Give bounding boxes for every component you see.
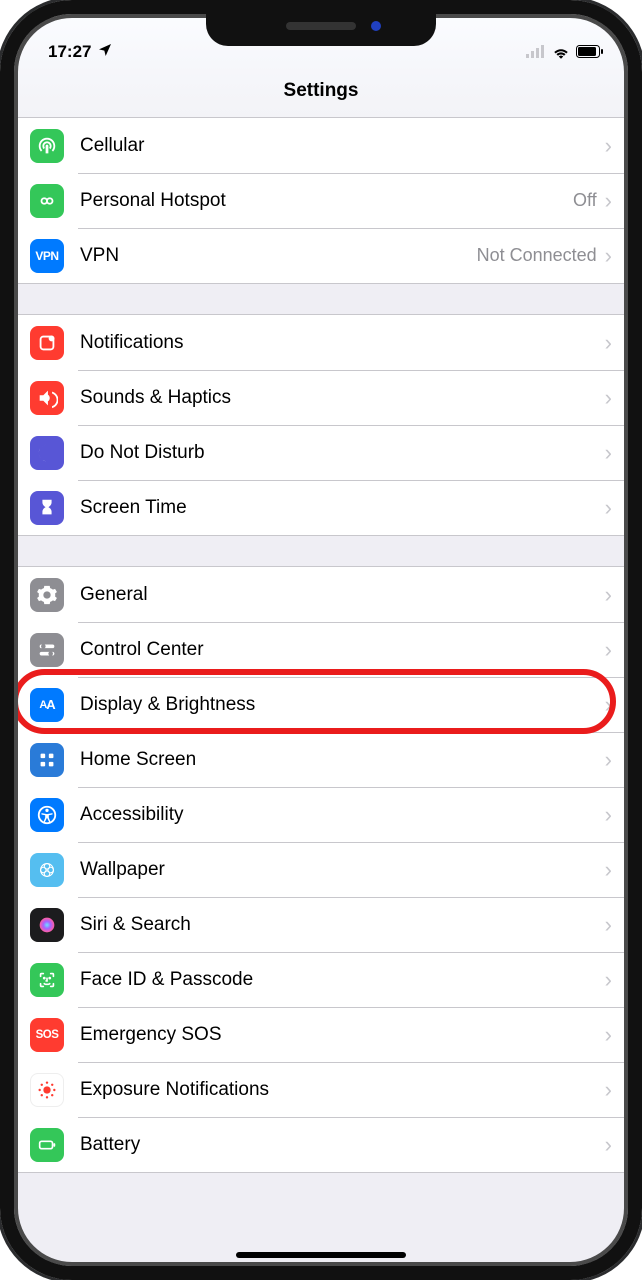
hotspot-icon (30, 184, 64, 218)
settings-row-exposure[interactable]: Exposure Notifications › (14, 1062, 628, 1117)
faceid-icon (30, 963, 64, 997)
cellular-signal-icon (526, 45, 546, 59)
row-detail: Off (573, 190, 597, 211)
status-right (526, 40, 604, 64)
settings-row-vpn[interactable]: VPN VPN Not Connected › (14, 228, 628, 283)
settings-row-cellular[interactable]: Cellular › (14, 118, 628, 173)
row-label: Sounds & Haptics (80, 387, 605, 409)
settings-row-notifications[interactable]: Notifications › (14, 315, 628, 370)
settings-group-1: Cellular › Personal Hotspot Off › VPN VP… (14, 118, 628, 284)
general-icon (30, 578, 64, 612)
row-label: Personal Hotspot (80, 190, 573, 212)
exposure-icon (30, 1073, 64, 1107)
page-title: Settings (284, 80, 359, 102)
settings-row-battery[interactable]: Battery › (14, 1117, 628, 1172)
row-label: Control Center (80, 639, 605, 661)
settings-row-sos[interactable]: SOS Emergency SOS › (14, 1007, 628, 1062)
settings-row-screentime[interactable]: Screen Time › (14, 480, 628, 535)
row-label: Accessibility (80, 804, 605, 826)
cellular-icon (30, 129, 64, 163)
screentime-icon (30, 491, 64, 525)
row-label: Display & Brightness (80, 694, 605, 716)
row-detail: Not Connected (477, 245, 597, 266)
controlcenter-icon (30, 633, 64, 667)
row-label: Emergency SOS (80, 1024, 605, 1046)
row-label: Notifications (80, 332, 605, 354)
settings-row-display[interactable]: AA Display & Brightness › (14, 677, 628, 732)
battery-row-icon (30, 1128, 64, 1162)
nav-title-bar: Settings (14, 64, 628, 118)
settings-row-accessibility[interactable]: Accessibility › (14, 787, 628, 842)
row-label: Cellular (80, 135, 597, 157)
settings-row-siri[interactable]: Siri & Search › (14, 897, 628, 952)
row-label: Exposure Notifications (80, 1079, 605, 1101)
settings-row-dnd[interactable]: Do Not Disturb › (14, 425, 628, 480)
wallpaper-icon (30, 853, 64, 887)
settings-group-2: Notifications › Sounds & Haptics › Do No… (14, 314, 628, 536)
display-icon: AA (30, 688, 64, 722)
home-indicator[interactable] (236, 1252, 406, 1258)
settings-row-wallpaper[interactable]: Wallpaper › (14, 842, 628, 897)
settings-group-3: General › Control Center › AA Display & … (14, 566, 628, 1173)
dnd-icon (30, 436, 64, 470)
row-label: VPN (80, 245, 477, 267)
settings-row-homescreen[interactable]: Home Screen › (14, 732, 628, 787)
vpn-icon: VPN (30, 239, 64, 273)
row-label: Home Screen (80, 749, 605, 771)
row-label: Battery (80, 1134, 605, 1156)
battery-icon (576, 45, 604, 59)
sos-icon: SOS (30, 1018, 64, 1052)
row-label: Screen Time (80, 497, 605, 519)
settings-row-controlcenter[interactable]: Control Center › (14, 622, 628, 677)
sounds-icon (30, 381, 64, 415)
row-label: Face ID & Passcode (80, 969, 605, 991)
row-label: General (80, 584, 605, 606)
siri-icon (30, 908, 64, 942)
location-arrow-icon (97, 42, 113, 63)
screen: 17:27 Settings Cellu (14, 14, 628, 1266)
wifi-icon (552, 45, 570, 59)
homescreen-icon (30, 743, 64, 777)
status-time: 17:27 (48, 42, 91, 62)
settings-row-general[interactable]: General › (14, 567, 628, 622)
notifications-icon (30, 326, 64, 360)
settings-list[interactable]: Cellular › Personal Hotspot Off › VPN VP… (14, 118, 628, 1266)
status-left: 17:27 (48, 40, 113, 64)
settings-row-sounds[interactable]: Sounds & Haptics › (14, 370, 628, 425)
row-label: Do Not Disturb (80, 442, 605, 464)
row-label: Wallpaper (80, 859, 605, 881)
settings-row-hotspot[interactable]: Personal Hotspot Off › (14, 173, 628, 228)
row-label: Siri & Search (80, 914, 605, 936)
settings-row-faceid[interactable]: Face ID & Passcode › (14, 952, 628, 1007)
accessibility-icon (30, 798, 64, 832)
